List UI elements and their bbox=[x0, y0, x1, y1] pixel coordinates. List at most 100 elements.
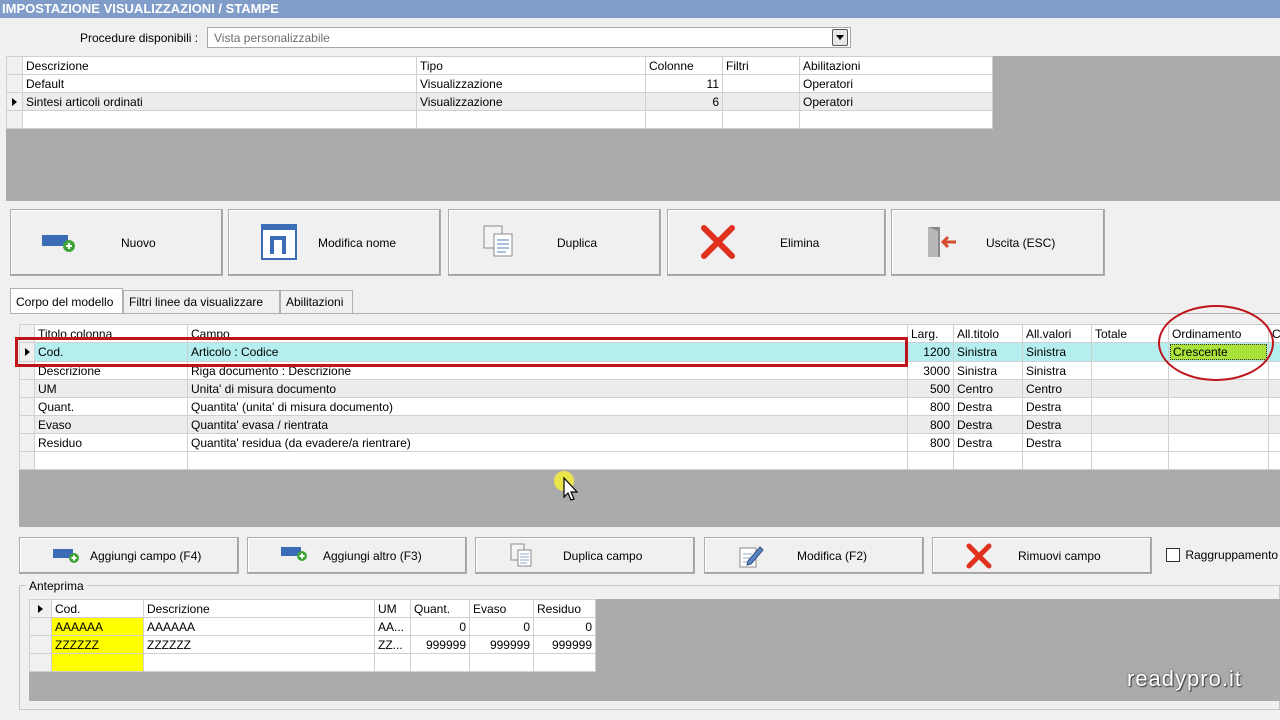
tab-corpo-del-modello[interactable]: Corpo del modello bbox=[10, 288, 123, 313]
cell-colonne[interactable]: 6 bbox=[645, 92, 723, 111]
table-row[interactable]: Default Visualizzazione 11 Operatori bbox=[6, 74, 993, 93]
procedure-select[interactable]: Vista personalizzabile bbox=[207, 27, 851, 48]
cell-all-titolo[interactable]: Centro bbox=[953, 379, 1023, 398]
cell-evaso[interactable]: 0 bbox=[469, 617, 534, 636]
cell-residuo[interactable]: 0 bbox=[533, 617, 596, 636]
cell-titolo[interactable]: Residuo bbox=[34, 433, 188, 452]
modifica-nome-button[interactable]: Modifica nome bbox=[228, 209, 441, 276]
col-header-um[interactable]: UM bbox=[374, 599, 411, 618]
cell-all-valori[interactable]: Destra bbox=[1022, 397, 1092, 416]
col-header-all-valori[interactable]: All.valori bbox=[1022, 324, 1092, 343]
cell-titolo[interactable]: Evaso bbox=[34, 415, 188, 434]
cell-all-valori[interactable]: Sinistra bbox=[1022, 342, 1092, 362]
cell-all-titolo[interactable]: Destra bbox=[953, 433, 1023, 452]
col-header-tipo[interactable]: Tipo bbox=[416, 56, 646, 75]
nuovo-button[interactable]: Nuovo bbox=[10, 209, 223, 276]
cell-larg[interactable]: 500 bbox=[907, 379, 954, 398]
table-row-selected[interactable]: Sintesi articoli ordinati Visualizzazion… bbox=[6, 92, 993, 111]
cell-all-valori[interactable]: Destra bbox=[1022, 433, 1092, 452]
elimina-button[interactable]: Elimina bbox=[667, 209, 886, 276]
cell-titolo[interactable]: Quant. bbox=[34, 397, 188, 416]
col-header-descrizione[interactable]: Descrizione bbox=[143, 599, 375, 618]
table-row[interactable]: Residuo Quantita' residua (da evadere/a … bbox=[19, 433, 1280, 452]
cell-all-valori[interactable]: Centro bbox=[1022, 379, 1092, 398]
cell-filtri[interactable] bbox=[722, 74, 800, 93]
col-header-filtri[interactable]: Filtri bbox=[722, 56, 800, 75]
aggiungi-altro-button[interactable]: Aggiungi altro (F3) bbox=[247, 537, 467, 574]
table-row[interactable]: Evaso Quantita' evasa / rientrata 800 De… bbox=[19, 415, 1280, 434]
raggruppamento-checkbox-box[interactable] bbox=[1166, 547, 1180, 562]
cell-ordinamento[interactable] bbox=[1168, 397, 1269, 416]
cell-totale[interactable] bbox=[1091, 415, 1169, 434]
cell-all-titolo[interactable]: Destra bbox=[953, 415, 1023, 434]
modifica-button[interactable]: Modifica (F2) bbox=[704, 537, 924, 574]
cell-all-titolo[interactable]: Sinistra bbox=[953, 342, 1023, 362]
cell-quant[interactable]: 999999 bbox=[410, 635, 470, 654]
chevron-down-icon[interactable] bbox=[832, 29, 848, 46]
cell-larg[interactable]: 800 bbox=[907, 433, 954, 452]
cell-larg[interactable]: 3000 bbox=[907, 361, 954, 380]
rimuovi-campo-button[interactable]: Rimuovi campo bbox=[932, 537, 1152, 574]
table-row-new[interactable] bbox=[6, 110, 993, 129]
col-header-abilitazioni[interactable]: Abilitazioni bbox=[799, 56, 993, 75]
duplica-campo-button[interactable]: Duplica campo bbox=[475, 537, 695, 574]
cell-all-valori[interactable]: Sinistra bbox=[1022, 361, 1092, 380]
cell-residuo[interactable]: 999999 bbox=[533, 635, 596, 654]
cell-tipo[interactable]: Visualizzazione bbox=[416, 92, 646, 111]
cell-campo[interactable]: Unita' di misura documento bbox=[187, 379, 908, 398]
cell-descrizione[interactable]: ZZZZZZ bbox=[143, 635, 375, 654]
cell-descrizione[interactable]: AAAAAA bbox=[143, 617, 375, 636]
col-header-colonne[interactable]: Colonne bbox=[645, 56, 723, 75]
aggiungi-campo-button[interactable]: Aggiungi campo (F4) bbox=[19, 537, 239, 574]
cell-campo[interactable]: Quantita' residua (da evadere/a rientrar… bbox=[187, 433, 908, 452]
cell-ordinamento[interactable] bbox=[1168, 415, 1269, 434]
tab-filtri-linee[interactable]: Filtri linee da visualizzare bbox=[123, 290, 280, 313]
cell-totale[interactable] bbox=[1091, 361, 1169, 380]
col-header-descrizione[interactable]: Descrizione bbox=[22, 56, 417, 75]
cell-descrizione[interactable]: Default bbox=[22, 74, 417, 93]
col-header-residuo[interactable]: Residuo bbox=[533, 599, 596, 618]
cell-all-titolo[interactable]: Destra bbox=[953, 397, 1023, 416]
cell-um[interactable]: ZZ... bbox=[374, 635, 411, 654]
col-header-all-titolo[interactable]: All.titolo bbox=[953, 324, 1023, 343]
cell-ordinamento[interactable] bbox=[1168, 379, 1269, 398]
cell-tipo[interactable]: Visualizzazione bbox=[416, 74, 646, 93]
cell-um[interactable]: AA... bbox=[374, 617, 411, 636]
cell-filtri[interactable] bbox=[722, 92, 800, 111]
tab-abilitazioni[interactable]: Abilitazioni bbox=[280, 290, 353, 313]
col-header-evaso[interactable]: Evaso bbox=[469, 599, 534, 618]
cell-evaso[interactable]: 999999 bbox=[469, 635, 534, 654]
col-header-cod[interactable]: Cod. bbox=[51, 599, 144, 618]
cell-ordinamento[interactable] bbox=[1168, 433, 1269, 452]
table-row[interactable]: AAAAAA AAAAAA AA... 0 0 0 bbox=[29, 617, 596, 636]
col-header-quant[interactable]: Quant. bbox=[410, 599, 470, 618]
col-header-totale[interactable]: Totale bbox=[1091, 324, 1169, 343]
cell-cod[interactable]: AAAAAA bbox=[51, 617, 144, 636]
cell-larg[interactable]: 1200 bbox=[907, 342, 954, 362]
cell-colonne[interactable]: 11 bbox=[645, 74, 723, 93]
table-row-new[interactable] bbox=[29, 653, 596, 672]
col-header-larg[interactable]: Larg. bbox=[907, 324, 954, 343]
table-row[interactable]: ZZZZZZ ZZZZZZ ZZ... 999999 999999 999999 bbox=[29, 635, 596, 654]
duplica-button[interactable]: Duplica bbox=[448, 209, 661, 276]
table-row[interactable]: Quant. Quantita' (unita' di misura docum… bbox=[19, 397, 1280, 416]
cell-larg[interactable]: 800 bbox=[907, 415, 954, 434]
cell-campo[interactable]: Quantita' (unita' di misura documento) bbox=[187, 397, 908, 416]
cell-quant[interactable]: 0 bbox=[410, 617, 470, 636]
cell-totale[interactable] bbox=[1091, 342, 1169, 362]
raggruppamento-checkbox[interactable]: Raggruppamento bbox=[1166, 547, 1280, 563]
cell-totale[interactable] bbox=[1091, 433, 1169, 452]
cell-abilitazioni[interactable]: Operatori bbox=[799, 92, 993, 111]
cell-titolo[interactable]: UM bbox=[34, 379, 188, 398]
cell-totale[interactable] bbox=[1091, 397, 1169, 416]
cell-larg[interactable]: 800 bbox=[907, 397, 954, 416]
table-row[interactable]: UM Unita' di misura documento 500 Centro… bbox=[19, 379, 1280, 398]
cell-abilitazioni[interactable]: Operatori bbox=[799, 74, 993, 93]
cell-cod[interactable]: ZZZZZZ bbox=[51, 635, 144, 654]
cell-all-titolo[interactable]: Sinistra bbox=[953, 361, 1023, 380]
cell-all-valori[interactable]: Destra bbox=[1022, 415, 1092, 434]
cell-descrizione[interactable]: Sintesi articoli ordinati bbox=[22, 92, 417, 111]
cell-campo[interactable]: Quantita' evasa / rientrata bbox=[187, 415, 908, 434]
cell-totale[interactable] bbox=[1091, 379, 1169, 398]
table-row-new[interactable] bbox=[19, 451, 1280, 470]
